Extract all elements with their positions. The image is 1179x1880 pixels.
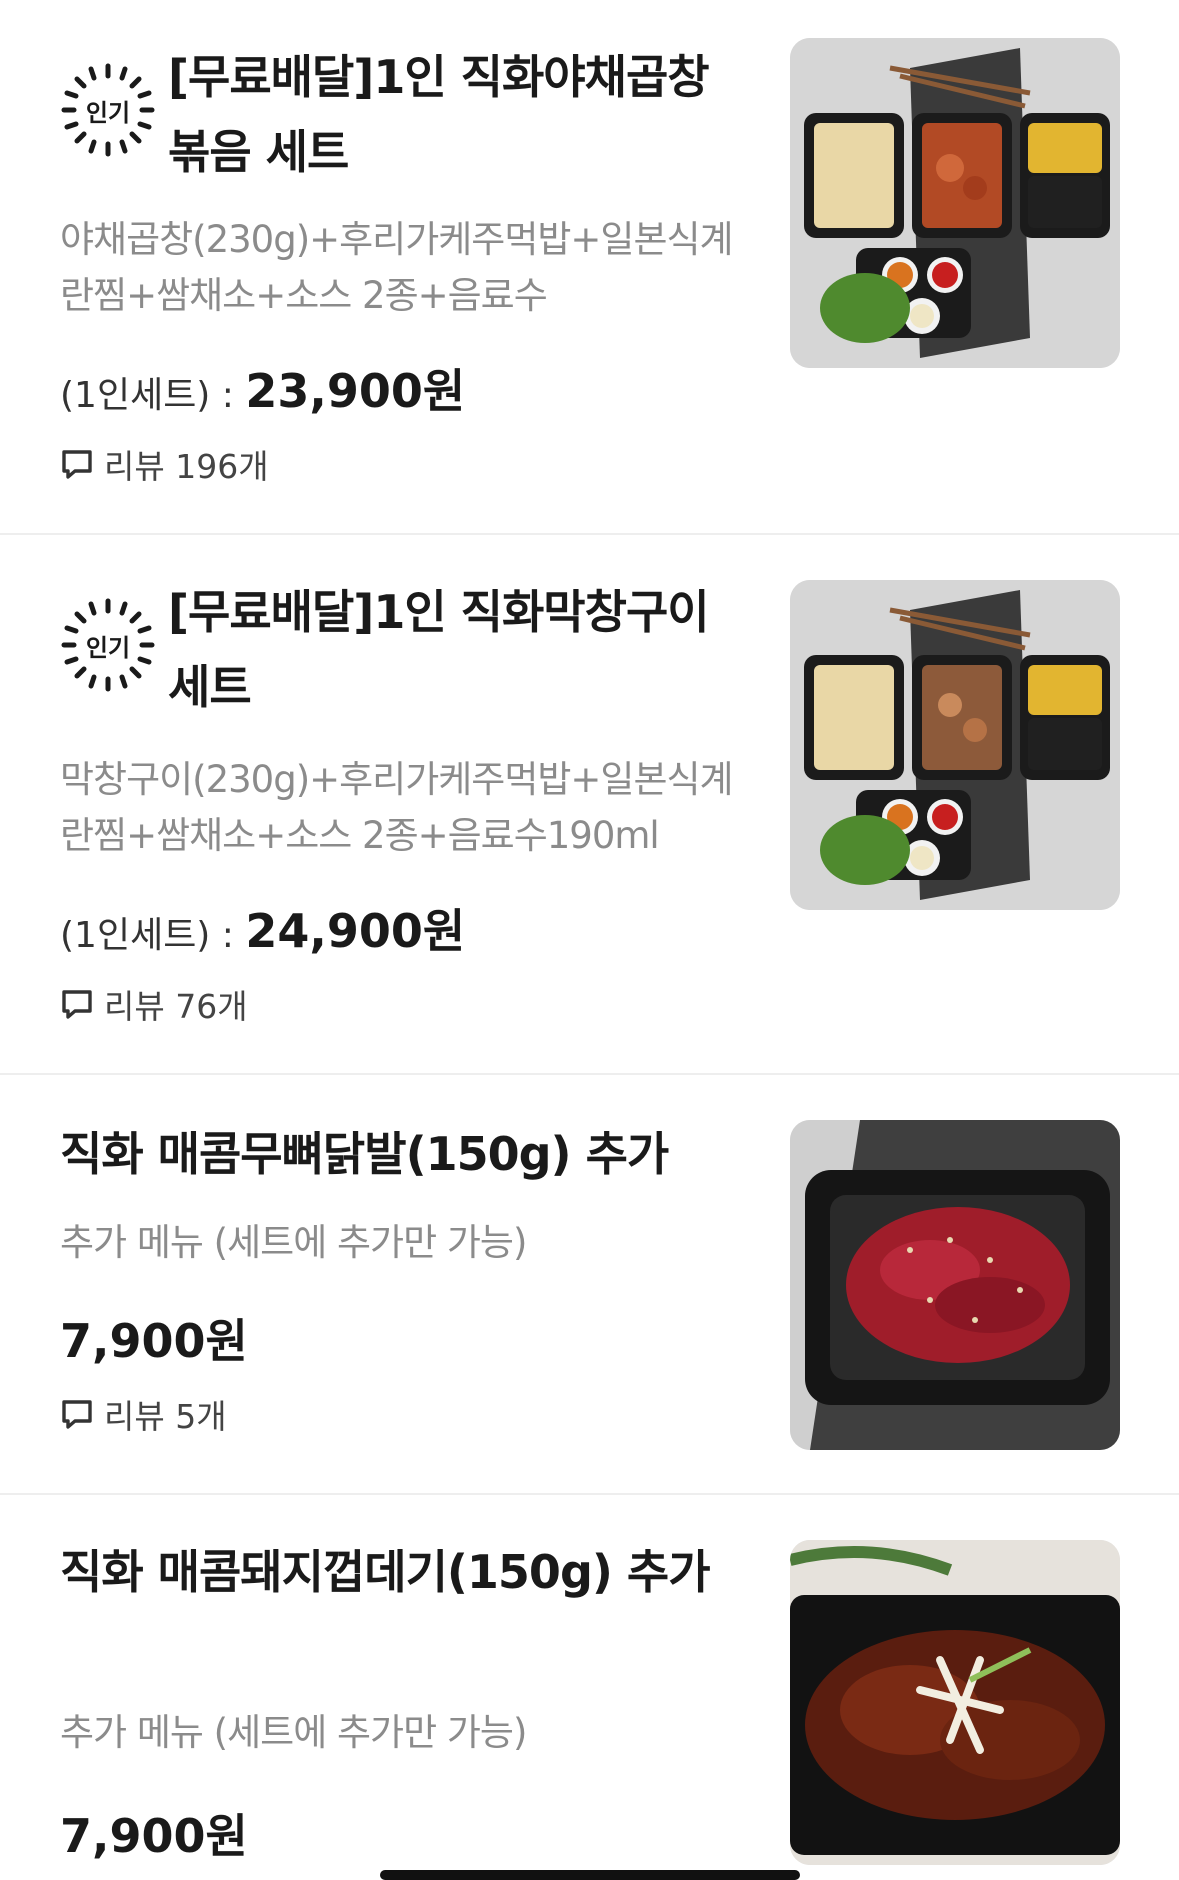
popular-badge: 인기 (60, 62, 156, 158)
badge-label: 인기 (85, 98, 131, 127)
price-row: (1인세트) : 24,900원 (60, 895, 465, 961)
menu-item[interactable]: 직화 매콤무뼈닭발(150g) 추가 추가 메뉴 (세트에 추가만 가능) 7,… (0, 1075, 1179, 1495)
menu-item[interactable]: 인기 [무료배달]1인 직화막창구이 세트 막창구이(230g)+후리가케주먹밥… (0, 535, 1179, 1075)
item-description: 야채곱창(230g)+후리가케주먹밥+일본식계란찜+쌈채소+소스 2종+음료수 (60, 218, 734, 317)
item-title: [무료배달]1인 직화막창구이 세트 (168, 585, 710, 714)
price-prefix: (1인세트) : (60, 915, 246, 956)
comment-icon (62, 1400, 92, 1429)
review-link[interactable]: 리뷰 76개 (60, 980, 248, 1028)
review-count: 리뷰 76개 (104, 987, 248, 1026)
item-image[interactable] (790, 1120, 1120, 1450)
comment-icon (62, 450, 92, 479)
item-title: 직화 매콤무뼈닭발(150g) 추가 (60, 1127, 669, 1181)
home-indicator[interactable] (380, 1870, 800, 1880)
price: 23,900원 (245, 364, 466, 418)
badge-label: 인기 (85, 633, 131, 662)
menu-item[interactable]: 인기 [무료배달]1인 직화야채곱창볶음 세트 야채곱창(230g)+후리가케주… (0, 0, 1179, 535)
menu-item[interactable]: 직화 매콤돼지껍데기(150g) 추가 추가 메뉴 (세트에 추가만 가능) 7… (0, 1495, 1179, 1878)
item-description: 막창구이(230g)+후리가케주먹밥+일본식계란찜+쌈채소+소스 2종+음료수1… (60, 758, 734, 857)
popular-badge: 인기 (60, 597, 156, 693)
item-description: 추가 메뉴 (세트에 추가만 가능) (60, 1221, 527, 1264)
food-photo (790, 580, 1120, 910)
item-title: [무료배달]1인 직화야채곱창볶음 세트 (168, 50, 710, 179)
title-row: 인기 [무료배달]1인 직화야채곱창볶음 세트 (60, 40, 740, 190)
food-photo (790, 38, 1120, 368)
review-count: 리뷰 196개 (104, 447, 269, 486)
item-title: 직화 매콤돼지껍데기(150g) 추가 (60, 1545, 711, 1599)
review-count: 리뷰 5개 (104, 1397, 227, 1436)
price: 24,900원 (245, 904, 466, 958)
item-image[interactable] (790, 580, 1120, 910)
item-description: 추가 메뉴 (세트에 추가만 가능) (60, 1711, 527, 1754)
comment-icon (62, 990, 92, 1019)
review-link[interactable]: 리뷰 196개 (60, 440, 269, 488)
title-row: 인기 [무료배달]1인 직화막창구이 세트 (60, 575, 740, 725)
price-prefix: (1인세트) : (60, 375, 246, 416)
food-photo (790, 1120, 1120, 1450)
review-link[interactable]: 리뷰 5개 (60, 1390, 227, 1438)
item-image[interactable] (790, 1540, 1120, 1865)
price: 7,900원 (60, 1314, 248, 1368)
price: 7,900원 (60, 1809, 248, 1863)
item-image[interactable] (790, 38, 1120, 368)
food-photo (790, 1540, 1120, 1865)
price-row: (1인세트) : 23,900원 (60, 355, 465, 421)
